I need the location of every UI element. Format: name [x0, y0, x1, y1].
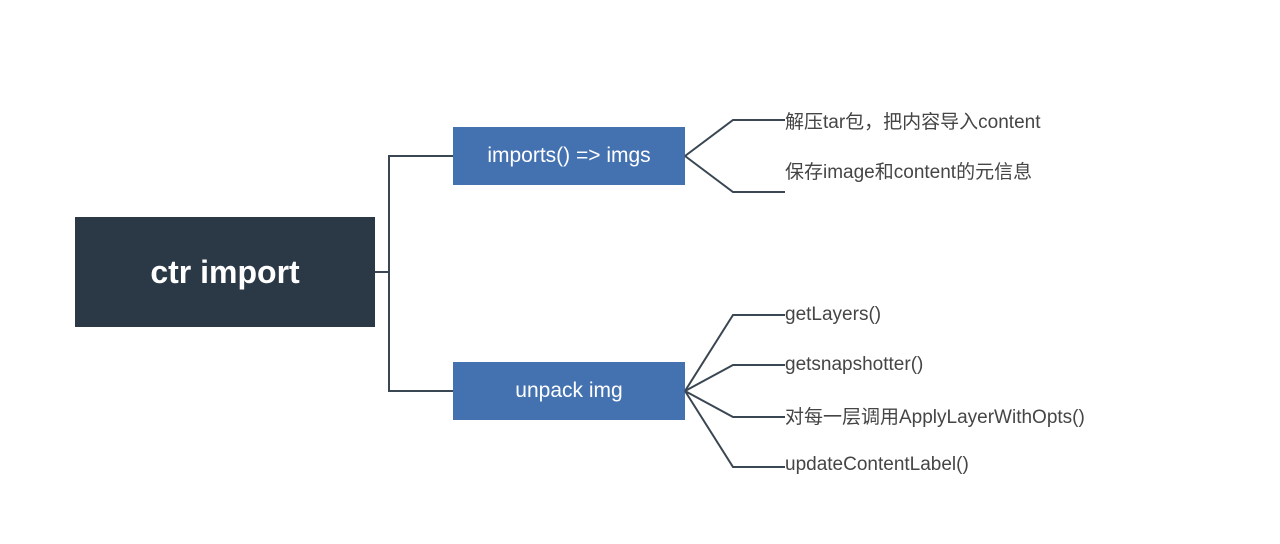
connector-branch2-leaves: [685, 293, 785, 493]
connector-branch1-leaves: [685, 108, 785, 204]
leaf-unpack-2: 对每一层调用ApplyLayerWithOpts(): [785, 395, 1085, 435]
root-node: ctr import: [75, 217, 375, 327]
leaf-imports-0: 解压tar包，把内容导入content: [785, 100, 1041, 140]
leaf-imports-1: 保存image和content的元信息: [785, 150, 1032, 190]
branch-imports: imports() => imgs: [453, 127, 685, 185]
leaf-unpack-0: getLayers(): [785, 295, 881, 335]
branch-imports-label: imports() => imgs: [487, 144, 650, 168]
branch-unpack-label: unpack img: [515, 379, 622, 403]
connector-root-branches: [375, 154, 453, 394]
leaf-unpack-1: getsnapshotter(): [785, 345, 923, 385]
leaf-unpack-3: updateContentLabel(): [785, 445, 969, 485]
root-label: ctr import: [150, 254, 299, 291]
branch-unpack: unpack img: [453, 362, 685, 420]
